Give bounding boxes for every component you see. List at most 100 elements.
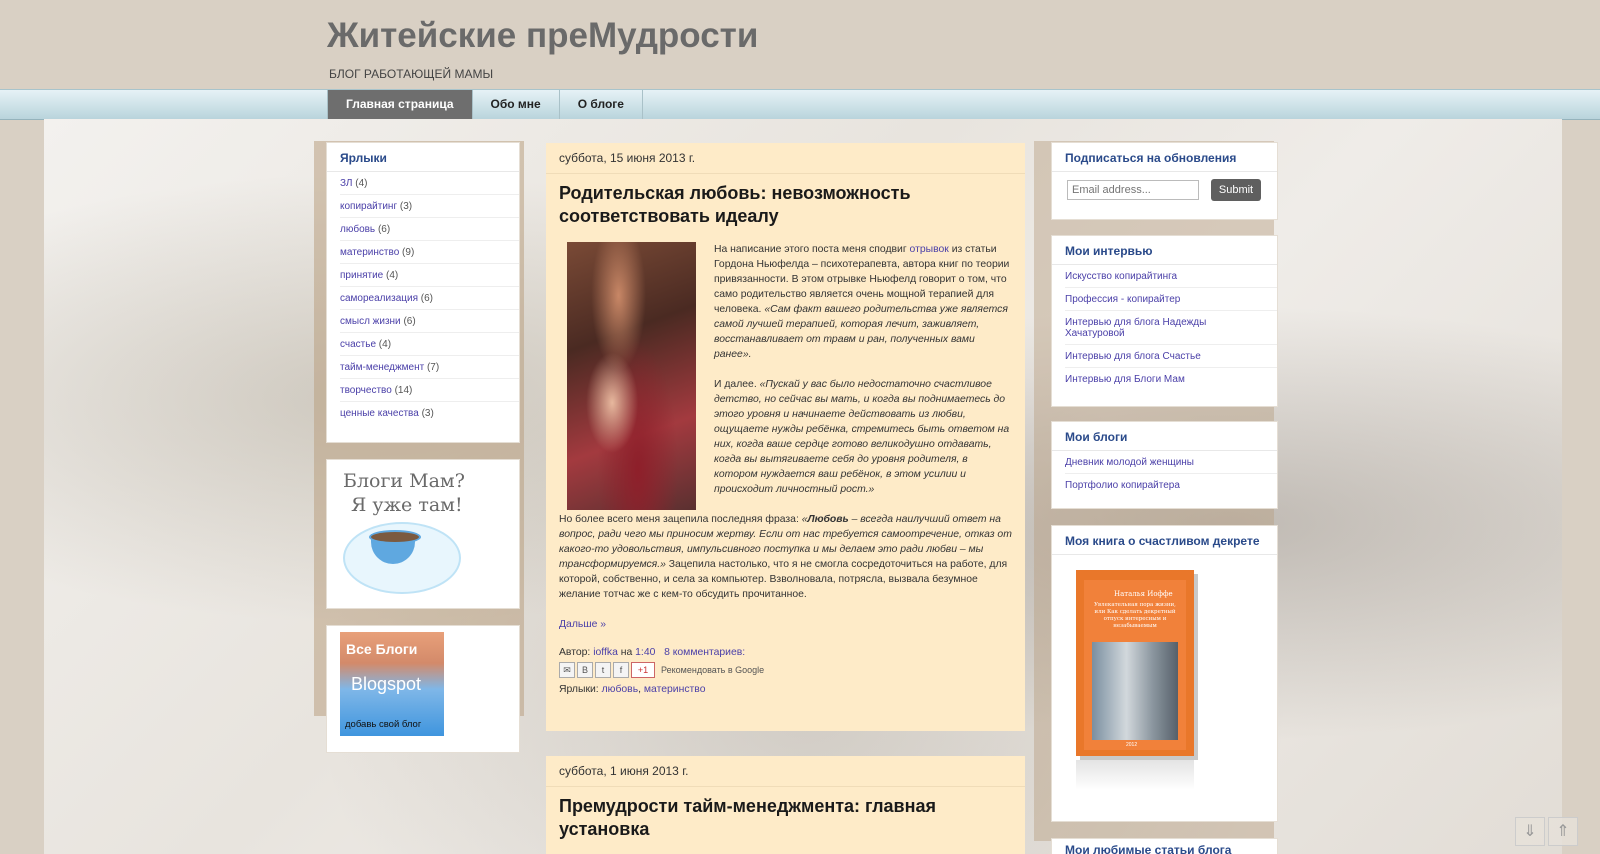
list-item: Интервью для блога Надежды Хачатуровой <box>1065 311 1277 345</box>
label-link[interactable]: принятие <box>340 270 383 281</box>
facebook-share-icon[interactable]: f <box>613 662 629 678</box>
label-link[interactable]: материнство <box>340 247 399 258</box>
vseblogi-widget: Все Блоги Blogspot добавь свой блог <box>327 626 519 752</box>
book-cover-year: 2012 <box>1126 742 1138 748</box>
label-link[interactable]: ценные качества <box>340 408 419 419</box>
list-item: любовь (6) <box>340 218 519 241</box>
at-label: на <box>617 647 636 658</box>
label-count: (6) <box>420 293 433 304</box>
post: суббота, 15 июня 2013 г. Родительская лю… <box>546 143 1025 731</box>
list-item: смысл жизни (6) <box>340 310 519 333</box>
book-cover-inner: Наталья Иоффе Увлекательная пора жизни, … <box>1084 580 1186 750</box>
label-link[interactable]: любовь <box>340 224 375 235</box>
myblog-link[interactable]: Дневник молодой женщины <box>1065 457 1194 468</box>
label-link[interactable]: самореализация <box>340 293 418 304</box>
book-cover-photo <box>1092 642 1178 740</box>
post-body: На написание этого поста меня сподвиг от… <box>546 242 1025 632</box>
favorites-title: Мои любимые статьи блога <box>1052 839 1277 854</box>
book-cover-author: Наталья Иоффе <box>1114 590 1173 598</box>
list-item: ценные качества (3) <box>340 402 519 424</box>
labels-widget-title: Ярлыки <box>327 143 519 172</box>
blog-title[interactable]: Житейские преМудрости <box>327 16 758 56</box>
book-reflection <box>1076 760 1194 790</box>
tab-about-me[interactable]: Обо мне <box>473 90 560 119</box>
label-count: (9) <box>402 247 415 258</box>
interview-link[interactable]: Интервью для блога Счастье <box>1065 351 1201 362</box>
favorites-widget: Мои любимые статьи блога <box>1052 839 1277 854</box>
interview-link[interactable]: Интервью для блога Надежды Хачатуровой <box>1065 317 1206 339</box>
label-count: (6) <box>377 224 391 235</box>
label-link[interactable]: копирайтинг <box>340 201 397 212</box>
text: И далее. <box>714 379 760 390</box>
myblog-link[interactable]: Портфолио копирайтера <box>1065 480 1180 491</box>
list-item: Дневник молодой женщины <box>1065 451 1277 474</box>
email-share-icon[interactable]: ✉ <box>559 662 575 678</box>
label-count: (7) <box>426 362 440 373</box>
vseblogi-badge[interactable]: Все Блоги Blogspot добавь свой блог <box>340 632 444 736</box>
blogmam-badge[interactable]: Блоги Мам? Я уже там! <box>327 460 519 608</box>
tab-about-blog[interactable]: О блоге <box>560 90 643 119</box>
book-cover[interactable]: Наталья Иоффе Увлекательная пора жизни, … <box>1076 570 1194 756</box>
list-item: тайм-менеджмент (7) <box>340 356 519 379</box>
list-item: Интервью для блога Счастье <box>1065 345 1277 368</box>
labels-widget: Ярлыки ЗЛ (4) копирайтинг (3) любовь (6)… <box>327 143 519 442</box>
post-image[interactable] <box>567 242 696 510</box>
post-title[interactable]: Премудрости тайм-менеджмента: главная ус… <box>546 787 1025 841</box>
label-link[interactable]: творчество <box>340 385 392 396</box>
coffee-surface-icon <box>369 530 421 544</box>
blogmam-widget: Блоги Мам? Я уже там! <box>327 460 519 608</box>
interview-link[interactable]: Искусство копирайтинга <box>1065 271 1177 282</box>
twitter-share-icon[interactable]: t <box>595 662 611 678</box>
blog-header: Житейские преМудрости БЛОГ РАБОТАЮЩЕЙ МА… <box>0 0 1600 89</box>
book-widget-title: Моя книга о счастливом декрете <box>1052 526 1277 555</box>
blogmam-line2: Я уже там! <box>351 494 463 516</box>
myblogs-widget: Мои блоги Дневник молодой женщины Портфо… <box>1052 422 1277 508</box>
subscribe-widget: Подписаться на обновления Submit <box>1052 143 1277 219</box>
blogthis-share-icon[interactable]: B <box>577 662 593 678</box>
email-field[interactable] <box>1067 180 1199 200</box>
labels-list: ЗЛ (4) копирайтинг (3) любовь (6) матери… <box>327 172 519 424</box>
list-item: Профессия - копирайтер <box>1065 288 1277 311</box>
interview-link[interactable]: Интервью для Блоги Мам <box>1065 374 1185 385</box>
post-title[interactable]: Родительская любовь: невозможность соотв… <box>546 174 1025 228</box>
text: На написание этого поста меня сподвиг <box>714 244 910 255</box>
arrow-up-icon[interactable]: ⇑ <box>1548 817 1578 846</box>
post-paragraph: Но более всего меня зацепила последняя ф… <box>559 512 1012 602</box>
label-link[interactable]: тайм-менеджмент <box>340 362 424 373</box>
comments-link[interactable]: 8 комментариев: <box>664 647 745 658</box>
time-link[interactable]: 1:40 <box>635 647 655 658</box>
list-item: Интервью для Блоги Мам <box>1065 368 1277 390</box>
arrow-down-icon[interactable]: ⇓ <box>1515 817 1545 846</box>
myblogs-title: Мои блоги <box>1052 422 1277 451</box>
post-footer-author: Автор: ioffka на 1:40 8 комментариев: <box>546 647 1025 658</box>
author-link[interactable]: ioffka <box>593 647 618 658</box>
post-date: суббота, 1 июня 2013 г. <box>546 756 1025 787</box>
read-more-link[interactable]: Дальше » <box>559 619 606 630</box>
page-tabs: Главная страница Обо мне О блоге <box>327 90 643 119</box>
label-link[interactable]: смысл жизни <box>340 316 401 327</box>
list-item: копирайтинг (3) <box>340 195 519 218</box>
blogmam-line1: Блоги Мам? <box>343 470 465 492</box>
vseblogi-line1: Все Блоги <box>346 641 418 657</box>
label-count: (4) <box>355 178 368 189</box>
tab-home[interactable]: Главная страница <box>328 90 473 119</box>
label-count: (4) <box>378 339 392 350</box>
author-label: Автор: <box>559 647 594 658</box>
post-label-link[interactable]: материнство <box>644 684 706 695</box>
post-date: суббота, 15 июня 2013 г. <box>546 143 1025 174</box>
submit-button[interactable]: Submit <box>1211 179 1261 201</box>
excerpt-link[interactable]: отрывок <box>910 244 949 255</box>
post: суббота, 1 июня 2013 г. Премудрости тайм… <box>546 756 1025 854</box>
list-item: Портфолио копирайтера <box>1065 474 1277 496</box>
text: Но более всего меня зацепила последняя ф… <box>559 514 802 525</box>
list-item: самореализация (6) <box>340 287 519 310</box>
google-plus-one-button[interactable]: +1 <box>631 662 655 678</box>
tabs-bar: Главная страница Обо мне О блоге <box>0 89 1600 120</box>
label-link[interactable]: ЗЛ <box>340 178 353 189</box>
interview-link[interactable]: Профессия - копирайтер <box>1065 294 1180 305</box>
label-count: (3) <box>399 201 413 212</box>
label-link[interactable]: счастье <box>340 339 376 350</box>
list-item: материнство (9) <box>340 241 519 264</box>
list-item: ЗЛ (4) <box>340 172 519 195</box>
post-label-link[interactable]: любовь <box>602 684 639 695</box>
